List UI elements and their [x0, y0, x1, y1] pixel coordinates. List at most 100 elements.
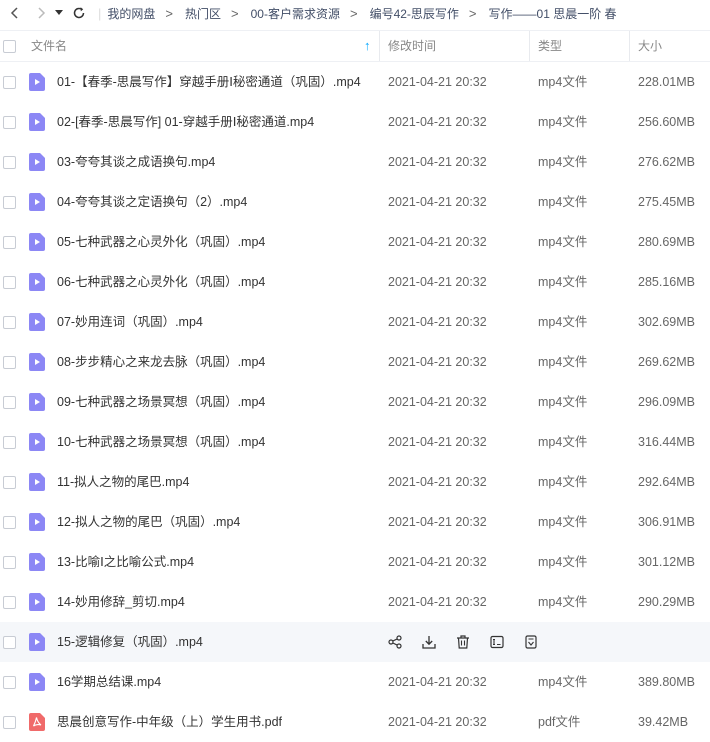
file-name[interactable]: 09-七种武器之场景冥想（巩固）.mp4: [57, 382, 265, 422]
file-name[interactable]: 11-拟人之物的尾巴.mp4: [57, 462, 189, 502]
chevron-left-icon: [10, 7, 18, 19]
file-row[interactable]: 16学期总结课.mp4 2021-04-21 20:32 mp4文件 389.80MB: [0, 662, 710, 702]
row-hover-actions: [386, 633, 556, 651]
row-checkbox[interactable]: [3, 276, 16, 289]
breadcrumb-item-hot-zone[interactable]: 热门区: [185, 5, 221, 22]
file-name[interactable]: 15-逻辑修复（巩固）.mp4: [57, 622, 203, 662]
file-type: mp4文件: [538, 395, 588, 409]
row-checkbox[interactable]: [3, 316, 16, 329]
file-size: 290.29MB: [638, 595, 695, 609]
file-name[interactable]: 14-妙用修辞_剪切.mp4: [57, 582, 185, 622]
rename-icon[interactable]: [488, 633, 506, 651]
refresh-icon: [73, 7, 85, 19]
file-name[interactable]: 04-夸夸其谈之定语换句（2）.mp4: [57, 182, 247, 222]
file-size: 228.01MB: [638, 75, 695, 89]
row-checkbox[interactable]: [3, 596, 16, 609]
file-name[interactable]: 01-【春季-思晨写作】穿越手册Ⅰ秘密通道（巩固）.mp4: [57, 62, 361, 102]
file-size: 39.42MB: [638, 715, 689, 729]
file-size: 285.16MB: [638, 275, 695, 289]
file-row[interactable]: 06-七种武器之心灵外化（巩固）.mp4 2021-04-21 20:32 mp4文…: [0, 262, 710, 302]
file-name[interactable]: 13-比喻Ⅰ之比喻公式.mp4: [57, 542, 194, 582]
file-name[interactable]: 08-步步精心之来龙去脉（巩固）.mp4: [57, 342, 265, 382]
row-checkbox[interactable]: [3, 236, 16, 249]
file-row[interactable]: 08-步步精心之来龙去脉（巩固）.mp4 2021-04-21 20:32 mp4文…: [0, 342, 710, 382]
sort-ascending-icon[interactable]: ↑: [364, 31, 371, 61]
row-checkbox[interactable]: [3, 356, 16, 369]
column-divider[interactable]: [529, 31, 530, 61]
breadcrumb-separator-icon: >: [165, 5, 173, 21]
column-header-modified[interactable]: 修改时间: [388, 31, 436, 61]
row-checkbox[interactable]: [3, 76, 16, 89]
file-row[interactable]: 03-夸夸其谈之成语换句.mp4 2021-04-21 20:32 mp4文件 276…: [0, 142, 710, 182]
video-file-icon: [29, 73, 45, 91]
file-name[interactable]: 思晨创意写作-中年级（上）学生用书.pdf: [57, 702, 282, 742]
back-button[interactable]: [4, 2, 26, 24]
more-icon[interactable]: [522, 633, 540, 651]
file-type: mp4文件: [538, 275, 588, 289]
file-row[interactable]: 05-七种武器之心灵外化（巩固）.mp4 2021-04-21 20:32 mp4文…: [0, 222, 710, 262]
forward-button[interactable]: [30, 2, 52, 24]
file-modified-time: 2021-04-21 20:32: [388, 515, 487, 529]
file-name[interactable]: 16学期总结课.mp4: [57, 662, 161, 702]
video-file-icon: [29, 233, 45, 251]
row-checkbox[interactable]: [3, 636, 16, 649]
file-row[interactable]: 01-【春季-思晨写作】穿越手册Ⅰ秘密通道（巩固）.mp4 2021-04-21 …: [0, 62, 710, 102]
delete-icon[interactable]: [454, 633, 472, 651]
column-header-type[interactable]: 类型: [538, 31, 562, 61]
file-size: 256.60MB: [638, 115, 695, 129]
file-type: mp4文件: [538, 235, 588, 249]
breadcrumb-item-customer-resources[interactable]: 00-客户需求资源: [251, 5, 340, 22]
file-row[interactable]: 02-[春季-思晨写作] 01-穿越手册Ⅰ秘密通道.mp4 2021-04-21 …: [0, 102, 710, 142]
file-name[interactable]: 02-[春季-思晨写作] 01-穿越手册Ⅰ秘密通道.mp4: [57, 102, 314, 142]
row-checkbox[interactable]: [3, 156, 16, 169]
file-name[interactable]: 03-夸夸其谈之成语换句.mp4: [57, 142, 215, 182]
row-checkbox[interactable]: [3, 476, 16, 489]
file-row[interactable]: 思晨创意写作-中年级（上）学生用书.pdf 2021-04-21 20:32 pdf…: [0, 702, 710, 742]
refresh-button[interactable]: [68, 2, 90, 24]
breadcrumb-item-current-folder[interactable]: 写作——01 思晨一阶 春: [489, 5, 617, 22]
file-row[interactable]: 10-七种武器之场景冥想（巩固）.mp4 2021-04-21 20:32 mp4文…: [0, 422, 710, 462]
file-name[interactable]: 05-七种武器之心灵外化（巩固）.mp4: [57, 222, 265, 262]
video-file-icon: [29, 273, 45, 291]
row-checkbox[interactable]: [3, 556, 16, 569]
breadcrumb-separator-icon: >: [231, 5, 239, 21]
file-name[interactable]: 10-七种武器之场景冥想（巩固）.mp4: [57, 422, 265, 462]
row-checkbox[interactable]: [3, 116, 16, 129]
pdf-file-icon: [29, 713, 45, 731]
file-row[interactable]: 15-逻辑修复（巩固）.mp4: [0, 622, 710, 662]
file-modified-time: 2021-04-21 20:32: [388, 235, 487, 249]
breadcrumb-item-sichen-writing[interactable]: 编号42-思辰写作: [370, 5, 459, 22]
file-row[interactable]: 12-拟人之物的尾巴（巩固）.mp4 2021-04-21 20:32 mp4文件 3…: [0, 502, 710, 542]
file-name[interactable]: 06-七种武器之心灵外化（巩固）.mp4: [57, 262, 265, 302]
row-checkbox[interactable]: [3, 516, 16, 529]
file-row[interactable]: 13-比喻Ⅰ之比喻公式.mp4 2021-04-21 20:32 mp4文件 301.…: [0, 542, 710, 582]
download-icon[interactable]: [420, 633, 438, 651]
column-header-size[interactable]: 大小: [638, 31, 662, 61]
history-dropdown-button[interactable]: [52, 2, 66, 24]
row-checkbox[interactable]: [3, 436, 16, 449]
row-checkbox[interactable]: [3, 676, 16, 689]
file-name[interactable]: 07-妙用连词（巩固）.mp4: [57, 302, 203, 342]
file-row[interactable]: 04-夸夸其谈之定语换句（2）.mp4 2021-04-21 20:32 mp4文件…: [0, 182, 710, 222]
file-type: mp4文件: [538, 115, 588, 129]
select-all-checkbox[interactable]: [3, 40, 16, 53]
file-modified-time: 2021-04-21 20:32: [388, 435, 487, 449]
file-size: 292.64MB: [638, 475, 695, 489]
file-size: 296.09MB: [638, 395, 695, 409]
file-row[interactable]: 11-拟人之物的尾巴.mp4 2021-04-21 20:32 mp4文件 292.6…: [0, 462, 710, 502]
breadcrumb-item-my-drive[interactable]: 我的网盘: [107, 5, 155, 22]
row-checkbox[interactable]: [3, 716, 16, 729]
row-checkbox[interactable]: [3, 196, 16, 209]
file-row[interactable]: 14-妙用修辞_剪切.mp4 2021-04-21 20:32 mp4文件 290.2…: [0, 582, 710, 622]
file-modified-time: 2021-04-21 20:32: [388, 395, 487, 409]
file-row[interactable]: 09-七种武器之场景冥想（巩固）.mp4 2021-04-21 20:32 mp4文…: [0, 382, 710, 422]
file-size: 280.69MB: [638, 235, 695, 249]
row-checkbox[interactable]: [3, 396, 16, 409]
file-row[interactable]: 07-妙用连词（巩固）.mp4 2021-04-21 20:32 mp4文件 302.…: [0, 302, 710, 342]
column-header-name[interactable]: 文件名: [31, 31, 67, 61]
file-type: mp4文件: [538, 155, 588, 169]
column-divider[interactable]: [379, 31, 380, 61]
column-divider[interactable]: [629, 31, 630, 61]
file-name[interactable]: 12-拟人之物的尾巴（巩固）.mp4: [57, 502, 240, 542]
share-icon[interactable]: [386, 633, 404, 651]
